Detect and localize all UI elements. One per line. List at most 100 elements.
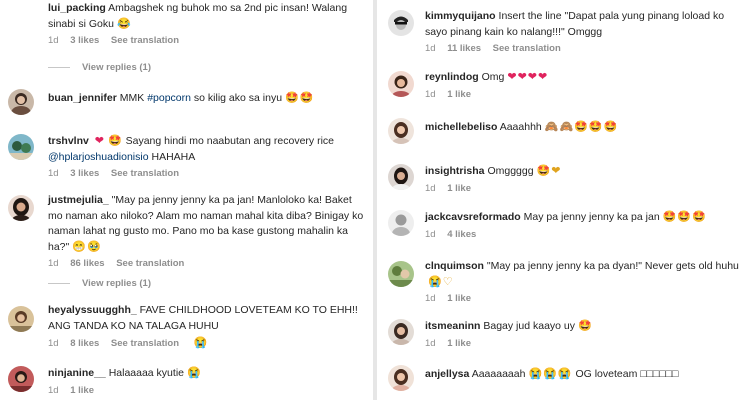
comment-text: Sayang hindi mo naabutan ang recovery ri… bbox=[122, 135, 335, 147]
avatar[interactable] bbox=[388, 319, 414, 345]
comment-text: so kilig ako sa inyu bbox=[191, 92, 283, 104]
comment-time: 1d bbox=[425, 337, 436, 349]
comment-time: 1d bbox=[48, 258, 59, 269]
avatar[interactable] bbox=[388, 210, 414, 236]
comment-likes[interactable]: 1 like bbox=[447, 293, 471, 304]
avatar[interactable] bbox=[8, 89, 34, 115]
emoji-icon: 🤩 bbox=[578, 320, 593, 332]
comment-text: Halaaaaa kyutie bbox=[108, 367, 184, 379]
comment-meta: 1d 3 likes See translation bbox=[48, 168, 367, 180]
avatar[interactable] bbox=[8, 306, 34, 332]
mention-link[interactable]: @hplarjoshuadionisio bbox=[48, 151, 149, 163]
comment-meta: 1d 86 likes See translation bbox=[48, 258, 367, 270]
avatar[interactable] bbox=[388, 164, 414, 190]
comment-username[interactable]: ninjanine__ bbox=[48, 367, 106, 379]
comment-likes[interactable]: 11 likes bbox=[447, 43, 481, 54]
comment-body: reynlindog Omg ❤❤❤❤ 1d 1 like bbox=[425, 70, 746, 101]
view-replies-label: View replies (1) bbox=[82, 62, 151, 73]
comment-body: jackcavsreformado May pa jenny jenny ka … bbox=[425, 210, 746, 241]
comment-time: 1d bbox=[48, 35, 59, 46]
comment-username[interactable]: trshvlnv bbox=[48, 135, 89, 147]
comment-meta: 1d 1 like bbox=[48, 385, 367, 397]
comment-text: Bagay jud kaayo uy bbox=[483, 320, 576, 332]
emoji-icon: 🤩🤩🤩 bbox=[662, 211, 707, 223]
comment-username[interactable]: anjellysa bbox=[425, 368, 469, 380]
comment-username[interactable]: kimmyquijano bbox=[425, 10, 496, 22]
comment-likes[interactable]: 1 like bbox=[447, 89, 471, 100]
comment-body: justmejulia_ "May pa jenny jenny ka pa j… bbox=[48, 193, 367, 270]
comment-body: trshvlnv ❤ 🤩 Sayang hindi mo naabutan ang… bbox=[48, 134, 367, 180]
comment-username[interactable]: lui_packing bbox=[48, 2, 106, 14]
right-comment-column: kimmyquijano Insert the line "Dapat pala… bbox=[379, 0, 750, 400]
emoji-icon: 🤩 bbox=[108, 135, 123, 147]
comment-time: 1d bbox=[425, 228, 436, 240]
column-divider bbox=[373, 0, 377, 400]
comment-meta: 1d 1 like bbox=[425, 338, 746, 350]
avatar[interactable] bbox=[8, 134, 34, 160]
comment-likes[interactable]: 3 likes bbox=[70, 35, 99, 46]
comment-meta: 1d 11 likes See translation bbox=[425, 43, 746, 55]
comment-meta: 1d 8 likes See translation 😭 bbox=[48, 337, 367, 350]
see-translation-link[interactable]: See translation bbox=[111, 168, 179, 179]
comment-body: lui_packing Ambagshek ng buhok mo sa 2nd… bbox=[48, 1, 367, 47]
comment-body: ninjanine__ Halaaaaa kyutie 😭 1d 1 like bbox=[48, 366, 367, 397]
comment-likes[interactable]: 4 likes bbox=[447, 229, 476, 240]
comment-text: Omggggg bbox=[487, 165, 534, 177]
comment-likes[interactable]: 8 likes bbox=[70, 338, 99, 349]
comment-time: 1d bbox=[425, 43, 436, 54]
comment-time: 1d bbox=[425, 88, 436, 100]
missing-glyph-boxes: □□□□□□ bbox=[640, 368, 679, 380]
view-replies-button[interactable]: View replies (1) bbox=[48, 278, 151, 289]
emoji-icon: 🤩🤩 bbox=[285, 92, 315, 104]
comment-likes[interactable]: 1 like bbox=[447, 183, 471, 194]
comment-likes[interactable]: 3 likes bbox=[70, 168, 99, 179]
comment-text: OG loveteam bbox=[572, 368, 641, 380]
comment-username[interactable]: buan_jennifer bbox=[48, 92, 117, 104]
comment-username[interactable]: reynlindog bbox=[425, 71, 479, 83]
comment-meta: 1d 1 like bbox=[425, 89, 746, 101]
comment-username[interactable]: itsmeaninn bbox=[425, 320, 480, 332]
comment-likes[interactable]: 1 like bbox=[70, 385, 94, 396]
comment-username[interactable]: clnquimson bbox=[425, 260, 484, 272]
avatar[interactable] bbox=[388, 118, 414, 144]
comment-text: Aaaahhh bbox=[499, 121, 542, 133]
comment-username[interactable]: heyalyssuugghh_ bbox=[48, 304, 137, 316]
emoji-icon: 😁🥹 bbox=[72, 240, 102, 253]
avatar[interactable] bbox=[388, 261, 414, 287]
replies-line bbox=[48, 66, 70, 68]
comment-likes[interactable]: 1 like bbox=[447, 338, 471, 349]
see-translation-link[interactable]: See translation bbox=[116, 258, 184, 269]
comment-likes[interactable]: 86 likes bbox=[70, 258, 104, 269]
comment-body: insightrisha Omggggg 🤩❤ 1d 1 like bbox=[425, 164, 746, 195]
comment-username[interactable]: justmejulia_ bbox=[48, 194, 109, 206]
avatar[interactable] bbox=[8, 366, 34, 392]
heart-icon: ❤ bbox=[94, 135, 105, 147]
comment-body: anjellysa Aaaaaaaah 😭😭😭 OG loveteam □□□□□… bbox=[425, 367, 746, 383]
view-replies-button[interactable]: View replies (1) bbox=[48, 62, 151, 73]
avatar[interactable] bbox=[8, 195, 34, 221]
view-replies-label: View replies (1) bbox=[82, 278, 151, 289]
comment-time: 1d bbox=[425, 182, 436, 194]
avatar[interactable] bbox=[388, 71, 414, 97]
comment-username[interactable]: insightrisha bbox=[425, 165, 485, 177]
comment-text: May pa jenny jenny ka pa jan bbox=[523, 211, 660, 223]
emoji-icon: 😭♡ bbox=[428, 275, 454, 288]
comment-body: kimmyquijano Insert the line "Dapat pala… bbox=[425, 9, 746, 55]
see-translation-link[interactable]: See translation bbox=[111, 338, 179, 349]
see-translation-link[interactable]: See translation bbox=[111, 35, 179, 46]
comment-meta: 1d 4 likes bbox=[425, 229, 746, 241]
comment-time: 1d bbox=[48, 384, 59, 396]
emoji-icon: 😭😭😭 bbox=[528, 368, 573, 380]
comment-text: "May pa jenny jenny ka pa dyan!" Never g… bbox=[486, 260, 739, 272]
comment-body: itsmeaninn Bagay jud kaayo uy 🤩 1d 1 like bbox=[425, 319, 746, 350]
comment-username[interactable]: jackcavsreformado bbox=[425, 211, 521, 223]
comment-text: Omg bbox=[481, 71, 505, 83]
comment-time: 1d bbox=[48, 338, 59, 349]
avatar[interactable] bbox=[388, 10, 414, 36]
left-comment-column: lui_packing Ambagshek ng buhok mo sa 2nd… bbox=[0, 0, 371, 400]
comment-text: MMK bbox=[119, 92, 148, 104]
avatar[interactable] bbox=[388, 365, 414, 391]
see-translation-link[interactable]: See translation bbox=[493, 43, 561, 54]
hashtag-link[interactable]: #popcorn bbox=[147, 92, 191, 104]
comment-username[interactable]: michellebeliso bbox=[425, 121, 497, 133]
